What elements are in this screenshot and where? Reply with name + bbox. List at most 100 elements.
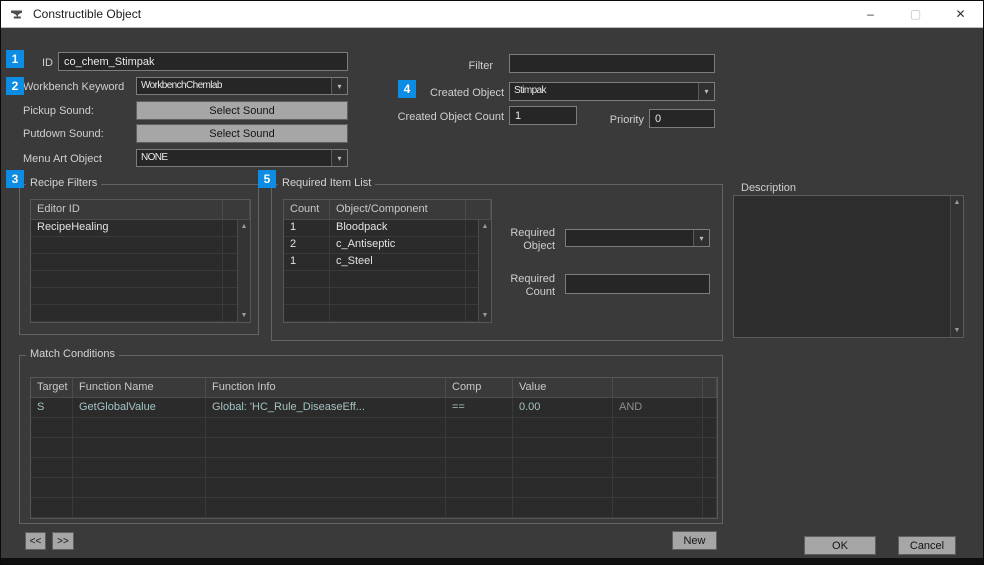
table-header: Editor ID (31, 200, 250, 220)
column-count[interactable]: Count (284, 200, 330, 219)
table-header: Count Object/Component (284, 200, 491, 220)
table-row[interactable]: S GetGlobalValue Global: 'HC_Rule_Diseas… (31, 398, 717, 418)
chevron-down-icon: ▾ (331, 150, 347, 166)
conditions-prev-button[interactable]: << (25, 532, 46, 550)
empty-row (31, 271, 250, 288)
required-count-label: Required Count (510, 273, 555, 298)
cell-count: 2 (284, 237, 330, 253)
cancel-button[interactable]: Cancel (898, 536, 956, 555)
cell-blank (703, 398, 717, 417)
description-label: Description (741, 182, 797, 194)
table-row[interactable]: 1 Bloodpack (284, 220, 491, 237)
constructible-object-window: Constructible Object – ▢ ✕ 1 2 3 4 5 ID … (0, 0, 984, 565)
putdown-sound-button[interactable]: Select Sound (136, 124, 348, 143)
empty-row (31, 498, 717, 518)
priority-label: Priority (609, 114, 644, 126)
maximize-button[interactable]: ▢ (893, 1, 938, 28)
window-bottom-edge (1, 558, 983, 564)
description-textarea[interactable]: ▲ ▼ (733, 195, 964, 338)
cell-count: 1 (284, 220, 330, 236)
column-function-info[interactable]: Function Info (206, 378, 446, 397)
required-count-input[interactable] (565, 274, 710, 294)
vertical-scrollbar[interactable]: ▲ ▼ (478, 220, 491, 322)
cell-value: 0.00 (513, 398, 613, 417)
empty-row (31, 288, 250, 305)
close-button[interactable]: ✕ (938, 1, 983, 28)
empty-row (31, 305, 250, 322)
table-row[interactable]: RecipeHealing (31, 220, 250, 237)
table-row[interactable]: 1 c_Steel (284, 254, 491, 271)
match-conditions-table[interactable]: Target Function Name Function Info Comp … (30, 377, 718, 519)
column-comp[interactable]: Comp (446, 378, 513, 397)
window-title: Constructible Object (33, 7, 142, 21)
column-target[interactable]: Target (31, 378, 73, 397)
workbench-keyword-dropdown[interactable]: WorkbenchChemlab ▾ (136, 77, 348, 95)
conditions-next-button[interactable]: >> (52, 532, 74, 550)
column-value[interactable]: Value (513, 378, 613, 397)
empty-row (284, 271, 491, 288)
cell-function-info: Global: 'HC_Rule_DiseaseEff... (206, 398, 446, 417)
created-object-dropdown[interactable]: Stimpak ▾ (509, 82, 715, 101)
window-controls: – ▢ ✕ (848, 1, 983, 28)
cell-object: Bloodpack (330, 220, 466, 236)
cell-count: 1 (284, 254, 330, 270)
empty-row (284, 305, 491, 322)
required-object-dropdown[interactable]: ▾ (565, 229, 710, 247)
menu-art-object-dropdown[interactable]: NONE ▾ (136, 149, 348, 167)
scroll-up-icon[interactable]: ▲ (954, 196, 961, 209)
filter-input[interactable] (509, 54, 715, 73)
column-blank (466, 200, 491, 219)
column-object-component[interactable]: Object/Component (330, 200, 466, 219)
constructible-object-icon (9, 6, 25, 22)
column-function-name[interactable]: Function Name (73, 378, 206, 397)
empty-row (31, 418, 717, 438)
putdown-sound-label: Putdown Sound: (23, 128, 104, 140)
chevron-down-icon: ▾ (331, 78, 347, 94)
vertical-scrollbar[interactable]: ▲ ▼ (950, 196, 963, 337)
filter-label: Filter (468, 60, 493, 72)
new-condition-button[interactable]: New (672, 531, 717, 550)
column-editor-id[interactable]: Editor ID (31, 200, 223, 219)
pickup-sound-button[interactable]: Select Sound (136, 101, 348, 120)
id-input[interactable] (58, 52, 348, 71)
workbench-keyword-label: Workbench Keyword (23, 81, 125, 93)
pickup-sound-label: Pickup Sound: (23, 105, 94, 117)
required-item-list-table[interactable]: Count Object/Component 1 Bloodpack 2 c_A… (283, 199, 492, 323)
menu-art-object-value: NONE (141, 152, 168, 163)
cell-object: c_Antiseptic (330, 237, 466, 253)
vertical-scrollbar[interactable]: ▲ ▼ (237, 220, 250, 322)
table-row[interactable]: 2 c_Antiseptic (284, 237, 491, 254)
cell-editor-id: RecipeHealing (31, 220, 223, 236)
recipe-filters-table[interactable]: Editor ID RecipeHealing ▲ ▼ (30, 199, 251, 323)
chevron-down-icon: ▾ (698, 83, 714, 100)
table-header: Target Function Name Function Info Comp … (31, 378, 717, 398)
scroll-up-icon[interactable]: ▲ (241, 220, 248, 233)
empty-row (31, 458, 717, 478)
cell-operator: AND (613, 398, 703, 417)
required-object-value (566, 230, 693, 246)
chevron-down-icon: ▾ (693, 230, 709, 246)
required-object-label: Required Object (510, 227, 555, 252)
empty-row (31, 237, 250, 254)
minimize-button[interactable]: – (848, 1, 893, 28)
required-item-list-group: Required Item List Count Object/Componen… (271, 177, 723, 341)
annotation-badge-4: 4 (398, 80, 416, 98)
created-object-count-input[interactable] (509, 106, 577, 125)
titlebar: Constructible Object – ▢ ✕ (1, 1, 983, 28)
ok-button[interactable]: OK (804, 536, 876, 555)
annotation-badge-1: 1 (6, 50, 24, 68)
column-blank (613, 378, 703, 397)
scroll-down-icon[interactable]: ▼ (482, 309, 489, 322)
empty-row (31, 254, 250, 271)
match-conditions-title: Match Conditions (26, 348, 119, 360)
scroll-down-icon[interactable]: ▼ (954, 324, 961, 337)
scroll-up-icon[interactable]: ▲ (482, 220, 489, 233)
created-object-label: Created Object (430, 87, 504, 99)
menu-art-object-label: Menu Art Object (23, 153, 102, 165)
column-blank (703, 378, 717, 397)
scroll-down-icon[interactable]: ▼ (241, 309, 248, 322)
priority-input[interactable] (649, 109, 715, 128)
cell-comp: == (446, 398, 513, 417)
workbench-keyword-value: WorkbenchChemlab (141, 80, 222, 91)
cell-object: c_Steel (330, 254, 466, 270)
